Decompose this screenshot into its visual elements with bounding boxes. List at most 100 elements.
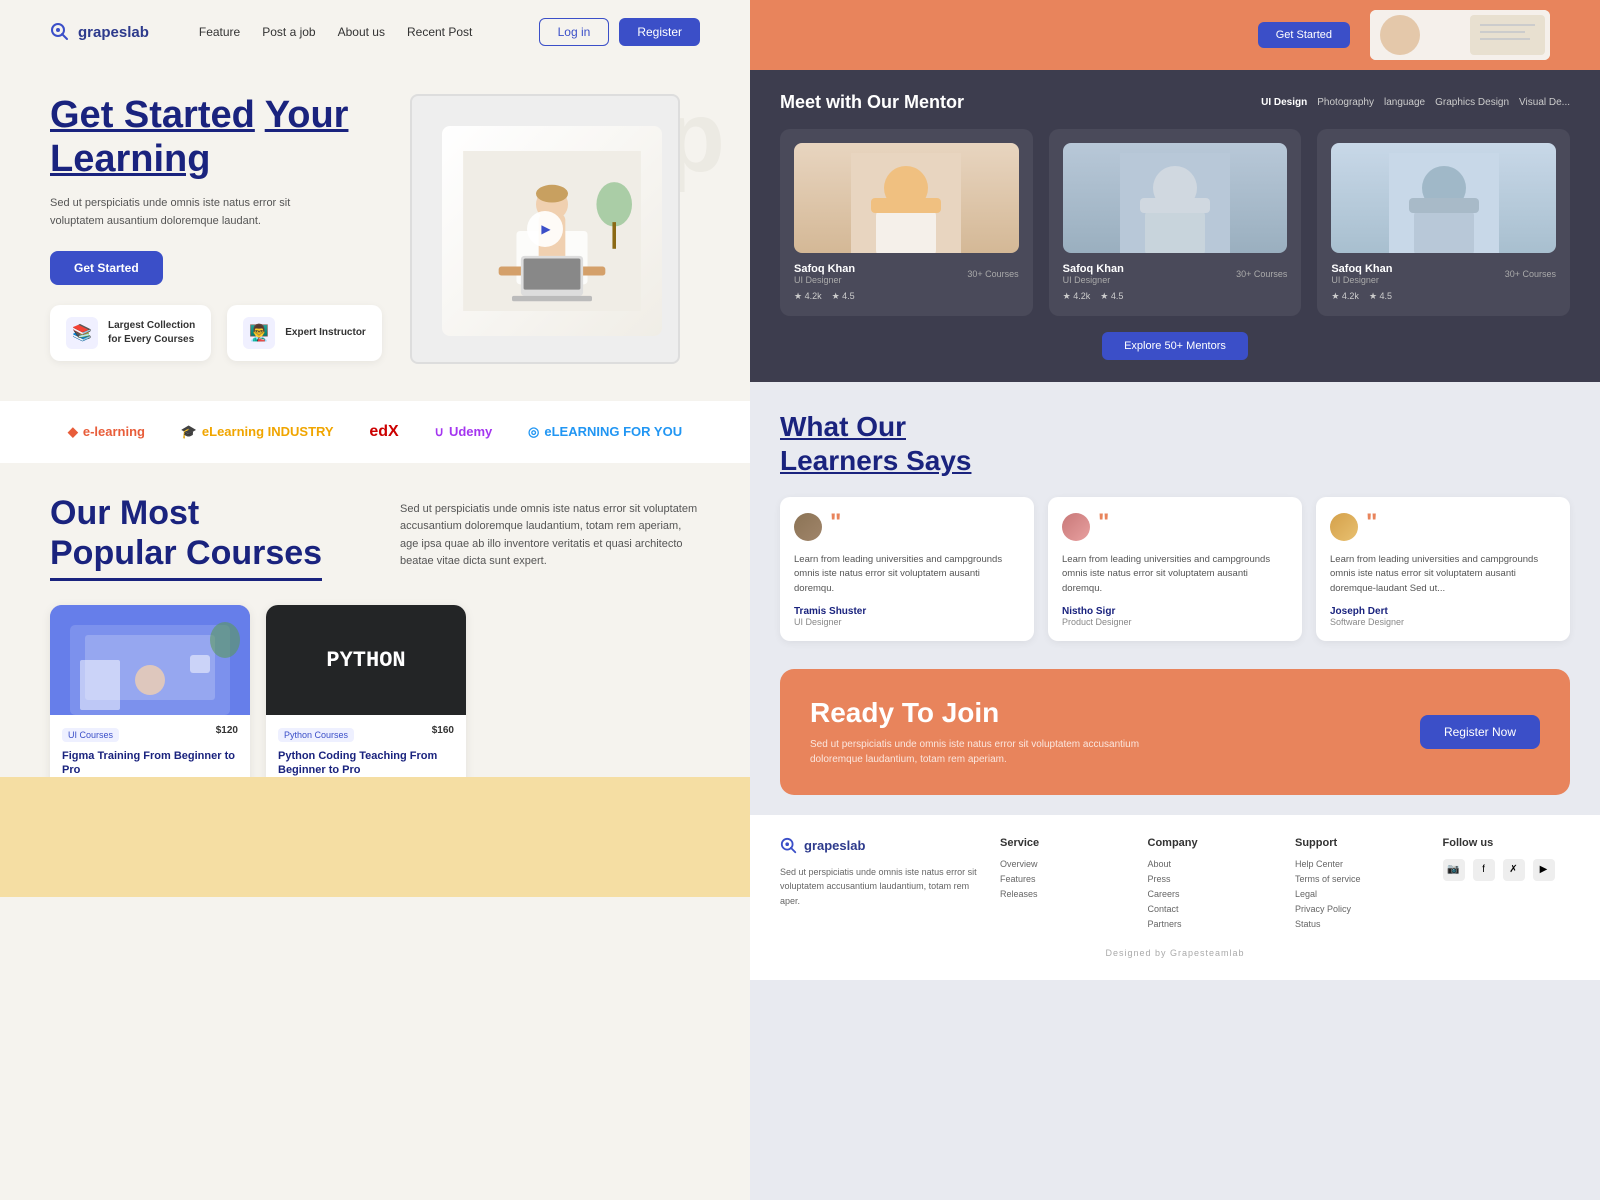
nav-buttons: Log in Register <box>539 18 700 46</box>
courses-section: Our Most Popular Courses Sed ut perspici… <box>0 463 750 807</box>
footer-company-title: Company <box>1148 837 1276 849</box>
play-button[interactable] <box>527 211 563 247</box>
testimonial-author-1: Tramis Shuster <box>794 606 1020 617</box>
testimonial-card-3: " Learn from leading universities and ca… <box>1316 497 1570 641</box>
book-icon: 📚 <box>66 317 98 349</box>
footer-link-helpcenter[interactable]: Help Center <box>1295 859 1423 869</box>
mentor-card-2[interactable]: Safoq Khan UI Designer 30+ Courses ★ 4.2… <box>1049 129 1302 316</box>
courses-title-line1: Our Most <box>50 493 322 534</box>
testimonial-author-3: Joseph Dert <box>1330 606 1556 617</box>
brand-elearning-industry-label: eLearning INDUSTRY <box>202 424 334 439</box>
mentor-tag-graphics[interactable]: Graphics Design <box>1435 97 1509 108</box>
instagram-icon[interactable]: 📷 <box>1443 859 1465 881</box>
top-image <box>1370 10 1550 60</box>
explore-mentors-button[interactable]: Explore 50+ Mentors <box>1102 332 1248 360</box>
testimonial-avatar-2 <box>1062 513 1090 541</box>
course-price-figma: $120 <box>216 725 238 736</box>
footer-link-status[interactable]: Status <box>1295 919 1423 929</box>
mentor-section: Meet with Our Mentor UI Design Photograp… <box>750 70 1600 382</box>
mentor-card-1[interactable]: Safoq Khan UI Designer 30+ Courses ★ 4.2… <box>780 129 1033 316</box>
python-thumb-text: PYTHON <box>326 648 405 673</box>
register-button[interactable]: Register <box>619 18 700 46</box>
brand-elearning-you: ◎eLEARNING FOR YOU <box>528 424 682 440</box>
mentor-rating-2: ★ 4.2k <box>1063 291 1091 302</box>
quote-icon-1: " <box>830 511 841 535</box>
mentor-name-2: Safoq Khan <box>1063 263 1124 275</box>
nav-feature[interactable]: Feature <box>199 25 240 39</box>
testimonial-text-1: Learn from leading universities and camp… <box>794 553 1020 596</box>
footer-link-contact[interactable]: Contact <box>1148 904 1276 914</box>
login-button[interactable]: Log in <box>539 18 610 46</box>
testimonial-text-3: Learn from leading universities and camp… <box>1330 553 1556 596</box>
hero-text: Get Started Your Learning Sed ut perspic… <box>50 94 370 285</box>
mentor-tag-visual[interactable]: Visual De... <box>1519 97 1570 108</box>
courses-description: Sed ut perspiciatis unde omnis iste natu… <box>400 501 700 571</box>
mentor-role-2: UI Designer <box>1063 275 1124 285</box>
courses-title-divider <box>50 578 322 581</box>
brand-udemy-label: Udemy <box>449 424 492 439</box>
mentor-rating-3: ★ 4.2k <box>1331 291 1359 302</box>
footer-description: Sed ut perspiciatis unde omnis iste natu… <box>780 865 980 908</box>
mentor-stats-1: ★ 4.2k ★ 4.5 <box>794 291 1019 302</box>
mentor-card-3[interactable]: Safoq Khan UI Designer 30+ Courses ★ 4.2… <box>1317 129 1570 316</box>
course-name-python: Python Coding Teaching From Beginner to … <box>278 749 454 778</box>
testimonial-avatar-3 <box>1330 513 1358 541</box>
footer-company-col: Company About Press Careers Contact Part… <box>1148 837 1276 934</box>
mentor-photo-1 <box>794 143 1019 253</box>
footer-link-careers[interactable]: Careers <box>1148 889 1276 899</box>
feature-card-instructor: 👨‍🏫 Expert Instructor <box>227 305 382 361</box>
quote-icon-3: " <box>1366 511 1377 535</box>
nav-post-job[interactable]: Post a job <box>262 25 315 39</box>
footer-support-col: Support Help Center Terms of service Leg… <box>1295 837 1423 934</box>
brand-name: grapeslab <box>78 24 149 41</box>
hero-title: Get Started Your Learning <box>50 94 370 181</box>
testimonial-role-3: Software Designer <box>1330 617 1556 627</box>
mentor-stars-1: ★ 4.5 <box>832 291 855 302</box>
facebook-icon[interactable]: f <box>1473 859 1495 881</box>
testimonials-title-line1: What Our <box>780 411 906 442</box>
ready-description: Sed ut perspiciatis unde omnis iste natu… <box>810 737 1150 767</box>
footer-link-tos[interactable]: Terms of service <box>1295 874 1423 884</box>
brand-edx-label: edX <box>369 423 398 441</box>
footer-link-press[interactable]: Press <box>1148 874 1276 884</box>
ready-register-button[interactable]: Register Now <box>1420 715 1540 749</box>
brand-elearning: ◆e-learning <box>68 424 145 440</box>
mentor-header: Meet with Our Mentor UI Design Photograp… <box>780 92 1570 113</box>
footer-link-about[interactable]: About <box>1148 859 1276 869</box>
footer-support-title: Support <box>1295 837 1423 849</box>
footer-service-col: Service Overview Features Releases <box>1000 837 1128 934</box>
ready-title: Ready To Join <box>810 697 1150 729</box>
mentor-tag-photo[interactable]: Photography <box>1317 97 1374 108</box>
footer-link-partners[interactable]: Partners <box>1148 919 1276 929</box>
mentor-stats-2: ★ 4.2k ★ 4.5 <box>1063 291 1288 302</box>
footer-service-title: Service <box>1000 837 1128 849</box>
logo: grapeslab <box>50 22 149 42</box>
nav-recent[interactable]: Recent Post <box>407 25 472 39</box>
brand-elearning-label: e-learning <box>83 424 145 439</box>
testimonial-role-2: Product Designer <box>1062 617 1288 627</box>
ready-content: Ready To Join Sed ut perspiciatis unde o… <box>810 697 1150 767</box>
mentor-info-3: Safoq Khan UI Designer 30+ Courses <box>1331 263 1556 285</box>
brand-udemy: ∪Udemy <box>434 424 492 440</box>
instructor-icon: 👨‍🏫 <box>243 317 275 349</box>
mentor-tag-ui[interactable]: UI Design <box>1261 97 1307 108</box>
footer-link-features[interactable]: Features <box>1000 874 1128 884</box>
get-started-top-button[interactable]: Get Started <box>1258 22 1350 48</box>
mentor-stats-3: ★ 4.2k ★ 4.5 <box>1331 291 1556 302</box>
testimonial-text-2: Learn from leading universities and camp… <box>1062 553 1288 596</box>
footer-link-legal[interactable]: Legal <box>1295 889 1423 899</box>
footer-link-overview[interactable]: Overview <box>1000 859 1128 869</box>
mentor-name-1: Safoq Khan <box>794 263 855 275</box>
mentor-tag-language[interactable]: language <box>1384 97 1425 108</box>
footer-brand-name: grapeslab <box>804 838 865 853</box>
footer-link-releases[interactable]: Releases <box>1000 889 1128 899</box>
nav-about[interactable]: About us <box>338 25 385 39</box>
brands-section: ◆e-learning 🎓eLearning INDUSTRY edX ∪Ude… <box>0 401 750 463</box>
footer-link-privacy[interactable]: Privacy Policy <box>1295 904 1423 914</box>
testimonial-avatar-row-3: " <box>1330 511 1556 543</box>
get-started-button[interactable]: Get Started <box>50 251 163 285</box>
youtube-icon[interactable]: ▶ <box>1533 859 1555 881</box>
testimonial-author-2: Nistho Sigr <box>1062 606 1288 617</box>
mentor-title: Meet with Our Mentor <box>780 92 964 113</box>
twitter-icon[interactable]: ✗ <box>1503 859 1525 881</box>
